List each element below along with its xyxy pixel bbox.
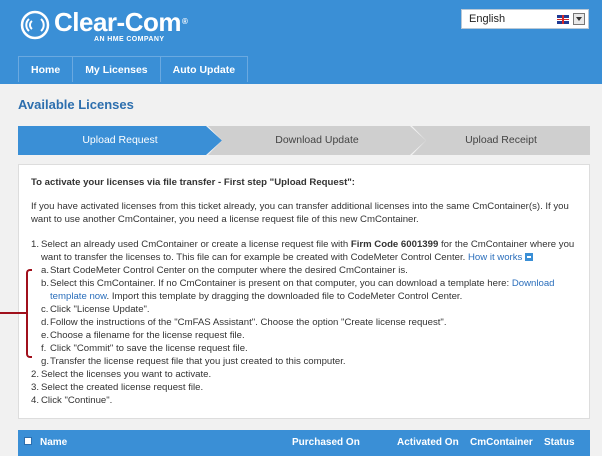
step2-text: Select the licenses you want to activate… — [41, 369, 212, 380]
column-name[interactable]: Name — [40, 437, 67, 448]
sub-step-e: Choose a filename for the license reques… — [50, 330, 245, 341]
list-item: a. Start CodeMeter Control Center on the … — [41, 265, 408, 276]
header: Clear-Com® AN HME COMPANY English Home M… — [0, 0, 602, 84]
annotation-pointer-line — [0, 312, 27, 314]
page-title: Available Licenses — [18, 97, 134, 112]
sub-step-b: Select this CmContainer. If no CmContain… — [50, 278, 512, 289]
list-item: 2. Select the licenses you want to activa… — [31, 369, 212, 380]
column-activated-on[interactable]: Activated On — [397, 437, 459, 448]
nav-auto-update[interactable]: Auto Update — [161, 57, 249, 82]
sub-step-c: Click "License Update". — [50, 304, 150, 315]
nav-home[interactable]: Home — [18, 57, 74, 82]
sub-step-a: Start CodeMeter Control Center on the co… — [50, 265, 408, 276]
uk-flag-icon — [557, 15, 569, 24]
language-selected: English — [469, 13, 506, 25]
steps-list: 1. Select an already used CmContainer or… — [31, 238, 581, 407]
select-all-checkbox[interactable] — [24, 437, 32, 445]
main-nav: Home My Licenses Auto Update — [18, 56, 249, 82]
list-item: g. Transfer the license request file that… — [41, 356, 346, 367]
sub-step-d: Follow the instructions of the "CmFAS As… — [50, 317, 447, 328]
wizard-steps: Upload Request Download Update Upload Re… — [18, 126, 590, 155]
instructions-panel: To activate your licenses via file trans… — [18, 164, 590, 419]
list-item: c. Click "License Update". — [41, 304, 150, 315]
step-upload-receipt: Upload Receipt — [412, 126, 590, 155]
sub-steps: a. Start CodeMeter Control Center on the … — [41, 264, 581, 368]
clear-com-logo[interactable]: Clear-Com® AN HME COMPANY — [20, 7, 188, 43]
step4-text: Click "Continue". — [41, 395, 113, 406]
column-status[interactable]: Status — [544, 437, 575, 448]
collapse-icon[interactable] — [525, 253, 534, 261]
instructions-heading: To activate your licenses via file trans… — [31, 177, 356, 188]
licenses-table-header: Name Purchased On Activated On CmContain… — [18, 430, 590, 456]
column-cmcontainer[interactable]: CmContainer — [470, 437, 533, 448]
instructions-intro: If you have activated licenses from this… — [31, 201, 569, 225]
list-item: b. Select this CmContainer. If no CmConta… — [41, 278, 555, 302]
clear-com-logo-icon — [20, 10, 50, 40]
list-item: 3. Select the created license request fil… — [31, 382, 204, 393]
column-purchased-on[interactable]: Purchased On — [292, 437, 360, 448]
list-item: f. Click "Commit" to save the license req… — [41, 343, 248, 354]
firm-code: Firm Code 6001399 — [350, 239, 439, 250]
list-item: 4. Click "Continue". — [31, 395, 113, 406]
step3-text: Select the created license request file. — [41, 382, 204, 393]
step1-text: Select an already used CmContainer or cr… — [41, 239, 351, 250]
sub-step-b-cont: . Import this template by dragging the d… — [106, 291, 463, 302]
list-item: d. Follow the instructions of the "CmFAS … — [41, 317, 447, 328]
brand-tagline: AN HME COMPANY — [94, 36, 165, 43]
list-item: e. Choose a filename for the license requ… — [41, 330, 245, 341]
list-item: 1. Select an already used CmContainer or… — [31, 239, 575, 263]
how-it-works-link[interactable]: How it works — [468, 252, 522, 263]
language-select[interactable]: English — [461, 9, 589, 29]
brand-name: Clear-Com — [54, 7, 181, 37]
sub-step-g: Transfer the license request file that y… — [50, 356, 346, 367]
sub-step-f: Click "Commit" to save the license reque… — [50, 343, 248, 354]
step-download-update: Download Update — [208, 126, 426, 155]
chevron-down-icon[interactable] — [573, 13, 585, 25]
step-upload-request: Upload Request — [18, 126, 222, 155]
nav-my-licenses[interactable]: My Licenses — [73, 57, 161, 82]
